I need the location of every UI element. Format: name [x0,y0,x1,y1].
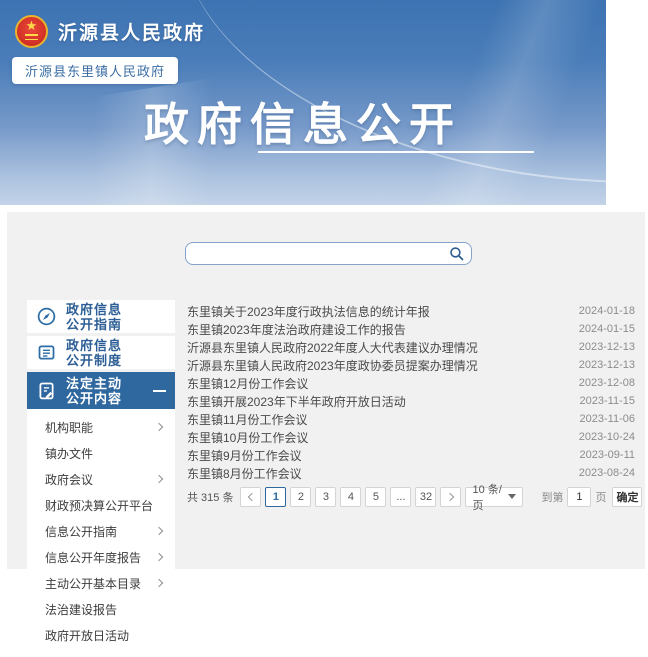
article-date: 2023-12-08 [579,377,635,389]
article-list: 东里镇关于2023年度行政执法信息的统计年报 2024-01-18 东里镇202… [187,302,635,482]
article-date: 2023-12-13 [579,359,635,371]
site-name[interactable]: 沂源县人民政府 [58,18,205,45]
national-emblem-icon: ★ [15,15,48,48]
chevron-right-icon [155,579,163,587]
search-box[interactable] [185,242,472,265]
search-input[interactable] [196,247,448,261]
collapse-minus-icon[interactable] [153,390,166,392]
article-title[interactable]: 东里镇10月份工作会议 [187,429,308,446]
page-button-32[interactable]: 32 [415,487,436,507]
article-date: 2023-09-11 [580,449,635,461]
article-title[interactable]: 东里镇开展2023年下半年政府开放日活动 [187,393,406,410]
chevron-right-icon [155,527,163,535]
article-title[interactable]: 沂源县东里镇人民政府2023年度政协委员提案办理情况 [187,357,478,374]
title-underline [258,151,534,153]
page-button-1[interactable]: 1 [265,487,286,507]
clipboard-pen-icon [36,380,57,401]
document-list-icon [36,342,57,363]
submenu-item-info-guide[interactable]: 信息公开指南 [27,518,175,544]
article-row[interactable]: 东里镇11月份工作会议 2023-11-06 [187,410,635,428]
goto-page-input[interactable] [567,487,591,507]
chevron-right-icon [446,492,454,500]
page-button-2[interactable]: 2 [290,487,311,507]
content-panel: 政府信息 公开指南 政府信息 公开制度 [7,212,645,569]
article-title[interactable]: 东里镇2023年度法治政府建设工作的报告 [187,321,406,338]
submenu-item-rule-of-law-report[interactable]: 法治建设报告 [27,596,175,622]
chevron-right-icon [155,475,163,483]
sidebar-item-label: 法定主动 公开内容 [66,376,122,406]
article-title[interactable]: 东里镇12月份工作会议 [187,375,308,392]
sidebar: 政府信息 公开指南 政府信息 公开制度 [27,300,175,657]
article-date: 2023-11-06 [580,413,635,425]
goto-suffix: 页 [595,489,606,505]
chevron-left-icon [248,492,256,500]
page-button-3[interactable]: 3 [315,487,336,507]
page-title: 政府信息公开 [0,88,606,153]
submenu-item-fiscal-budget-platform[interactable]: 财政预决算公开平台 [27,492,175,518]
sidebar-item-disclosure-guide[interactable]: 政府信息 公开指南 [27,300,175,333]
submenu-item-gov-meetings[interactable]: 政府会议 [27,466,175,492]
chevron-right-icon [155,553,163,561]
next-page-button[interactable] [440,487,461,507]
submenu-item-town-documents[interactable]: 镇办文件 [27,440,175,466]
sidebar-item-label: 政府信息 公开制度 [66,338,122,368]
goto-confirm-button[interactable]: 确定 [612,487,642,507]
page-button-4[interactable]: 4 [340,487,361,507]
article-row[interactable]: 东里镇12月份工作会议 2023-12-08 [187,374,635,392]
page-size-select[interactable]: 10 条/页 [465,487,523,507]
sidebar-item-statutory-disclosure[interactable]: 法定主动 公开内容 [27,372,175,409]
submenu-item-org-functions[interactable]: 机构职能 [27,414,175,440]
page-button-5[interactable]: 5 [365,487,386,507]
article-title[interactable]: 东里镇关于2023年度行政执法信息的统计年报 [187,303,430,320]
submenu-item-open-day[interactable]: 政府开放日活动 [27,622,175,648]
goto-prefix: 到第 [541,489,563,505]
article-title[interactable]: 东里镇9月份工作会议 [187,447,302,464]
article-row[interactable]: 东里镇9月份工作会议 2023-09-11 [187,446,635,464]
article-date: 2024-01-18 [579,305,635,317]
sidebar-submenu: 机构职能 镇办文件 政府会议 财政预决算公开平台 信息公开指南 信息公开年度报告 [27,409,175,657]
article-row[interactable]: 东里镇2023年度法治政府建设工作的报告 2024-01-15 [187,320,635,338]
article-row[interactable]: 东里镇10月份工作会议 2023-10-24 [187,428,635,446]
submenu-item-annual-report[interactable]: 信息公开年度报告 [27,544,175,570]
banner: ★ 沂源县人民政府 沂源县东里镇人民政府 政府信息公开 [0,0,606,205]
page-ellipsis[interactable]: ... [390,487,411,507]
article-date: 2023-12-13 [579,341,635,353]
chevron-right-icon [155,423,163,431]
goto-page: 到第 页 确定 [541,487,646,507]
prev-page-button[interactable] [240,487,261,507]
article-title[interactable]: 东里镇8月份工作会议 [187,465,302,482]
sidebar-item-disclosure-system[interactable]: 政府信息 公开制度 [27,336,175,369]
article-date: 2023-11-15 [580,395,635,407]
sidebar-item-label: 政府信息 公开指南 [66,302,122,332]
chevron-down-icon [508,494,516,499]
search-icon[interactable] [448,245,465,262]
article-row[interactable]: 沂源县东里镇人民政府2022年度人大代表建议办理情况 2023-12-13 [187,338,635,356]
pagination: 共 315 条 1 2 3 4 5 ... 32 10 条/页 到第 页 确定 [187,486,635,507]
article-date: 2023-10-24 [579,431,635,443]
article-date: 2023-08-24 [579,467,635,479]
compass-icon [36,306,57,327]
submenu-item-basic-catalog[interactable]: 主动公开基本目录 [27,570,175,596]
town-site-badge[interactable]: 沂源县东里镇人民政府 [12,57,178,84]
article-title[interactable]: 沂源县东里镇人民政府2022年度人大代表建议办理情况 [187,339,478,356]
article-row[interactable]: 沂源县东里镇人民政府2023年度政协委员提案办理情况 2023-12-13 [187,356,635,374]
total-count: 共 315 条 [187,489,233,505]
article-title[interactable]: 东里镇11月份工作会议 [187,411,307,428]
article-row[interactable]: 东里镇关于2023年度行政执法信息的统计年报 2024-01-18 [187,302,635,320]
article-row[interactable]: 东里镇8月份工作会议 2023-08-24 [187,464,635,482]
article-date: 2024-01-15 [579,323,635,335]
article-row[interactable]: 东里镇开展2023年下半年政府开放日活动 2023-11-15 [187,392,635,410]
site-header: ★ 沂源县人民政府 [15,15,205,48]
